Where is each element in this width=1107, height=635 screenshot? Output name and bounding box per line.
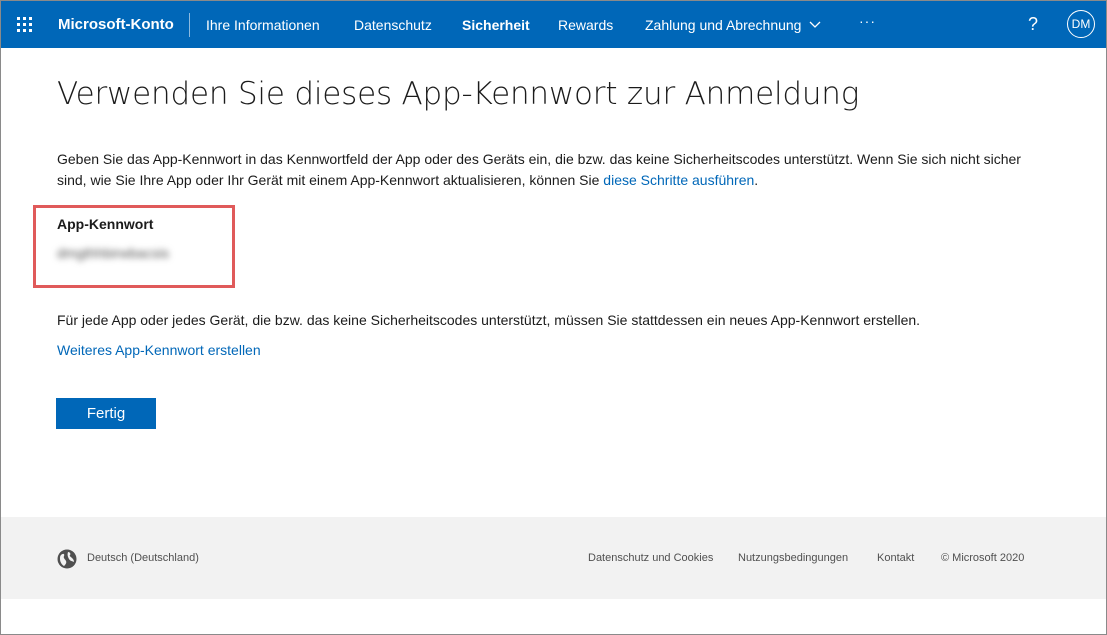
contact-link[interactable]: Kontakt bbox=[877, 552, 914, 564]
nav-item-billing[interactable]: Zahlung und Abrechnung bbox=[645, 17, 821, 33]
nav-item-info[interactable]: Ihre Informationen bbox=[206, 17, 320, 33]
help-icon[interactable]: ? bbox=[1028, 14, 1038, 35]
new-password-note: Für jede App oder jedes Gerät, die bzw. … bbox=[57, 312, 921, 328]
avatar[interactable]: DM bbox=[1067, 10, 1095, 38]
done-button[interactable]: Fertig bbox=[56, 398, 156, 429]
copyright-text: © Microsoft 2020 bbox=[941, 552, 1025, 564]
nav-divider bbox=[189, 13, 190, 37]
create-password-link[interactable]: Weiteres App-Kennwort erstellen bbox=[57, 342, 261, 358]
intro-end: . bbox=[754, 172, 759, 188]
chevron-down-icon bbox=[810, 21, 821, 28]
nav-item-rewards[interactable]: Rewards bbox=[558, 17, 613, 33]
privacy-cookies-link[interactable]: Datenschutz und Cookies bbox=[588, 552, 713, 564]
nav-item-privacy[interactable]: Datenschutz bbox=[354, 17, 432, 33]
top-navigation-bar: Microsoft-Konto Ihre Informationen Daten… bbox=[1, 1, 1106, 48]
app-launcher-icon[interactable] bbox=[17, 17, 33, 33]
password-value[interactable]: dmgthhbirwbacsis bbox=[57, 245, 169, 261]
language-selector[interactable]: Deutsch (Deutschland) bbox=[87, 552, 199, 564]
page-title: Verwenden Sie dieses App-Kennwort zur An… bbox=[57, 76, 860, 112]
intro-text: Geben Sie das App-Kennwort in das Kennwo… bbox=[57, 151, 1021, 188]
nav-item-security[interactable]: Sicherheit bbox=[462, 17, 530, 33]
brand-title[interactable]: Microsoft-Konto bbox=[58, 16, 174, 33]
more-options-icon[interactable]: ··· bbox=[859, 13, 876, 29]
globe-icon bbox=[57, 549, 77, 569]
nav-item-billing-label: Zahlung und Abrechnung bbox=[645, 17, 802, 33]
intro-paragraph: Geben Sie das App-Kennwort in das Kennwo… bbox=[57, 149, 1047, 191]
steps-link[interactable]: diese Schritte ausführen bbox=[603, 172, 754, 188]
terms-link[interactable]: Nutzungsbedingungen bbox=[738, 552, 848, 564]
password-label: App-Kennwort bbox=[57, 216, 154, 232]
footer: Deutsch (Deutschland) Datenschutz und Co… bbox=[1, 517, 1106, 599]
